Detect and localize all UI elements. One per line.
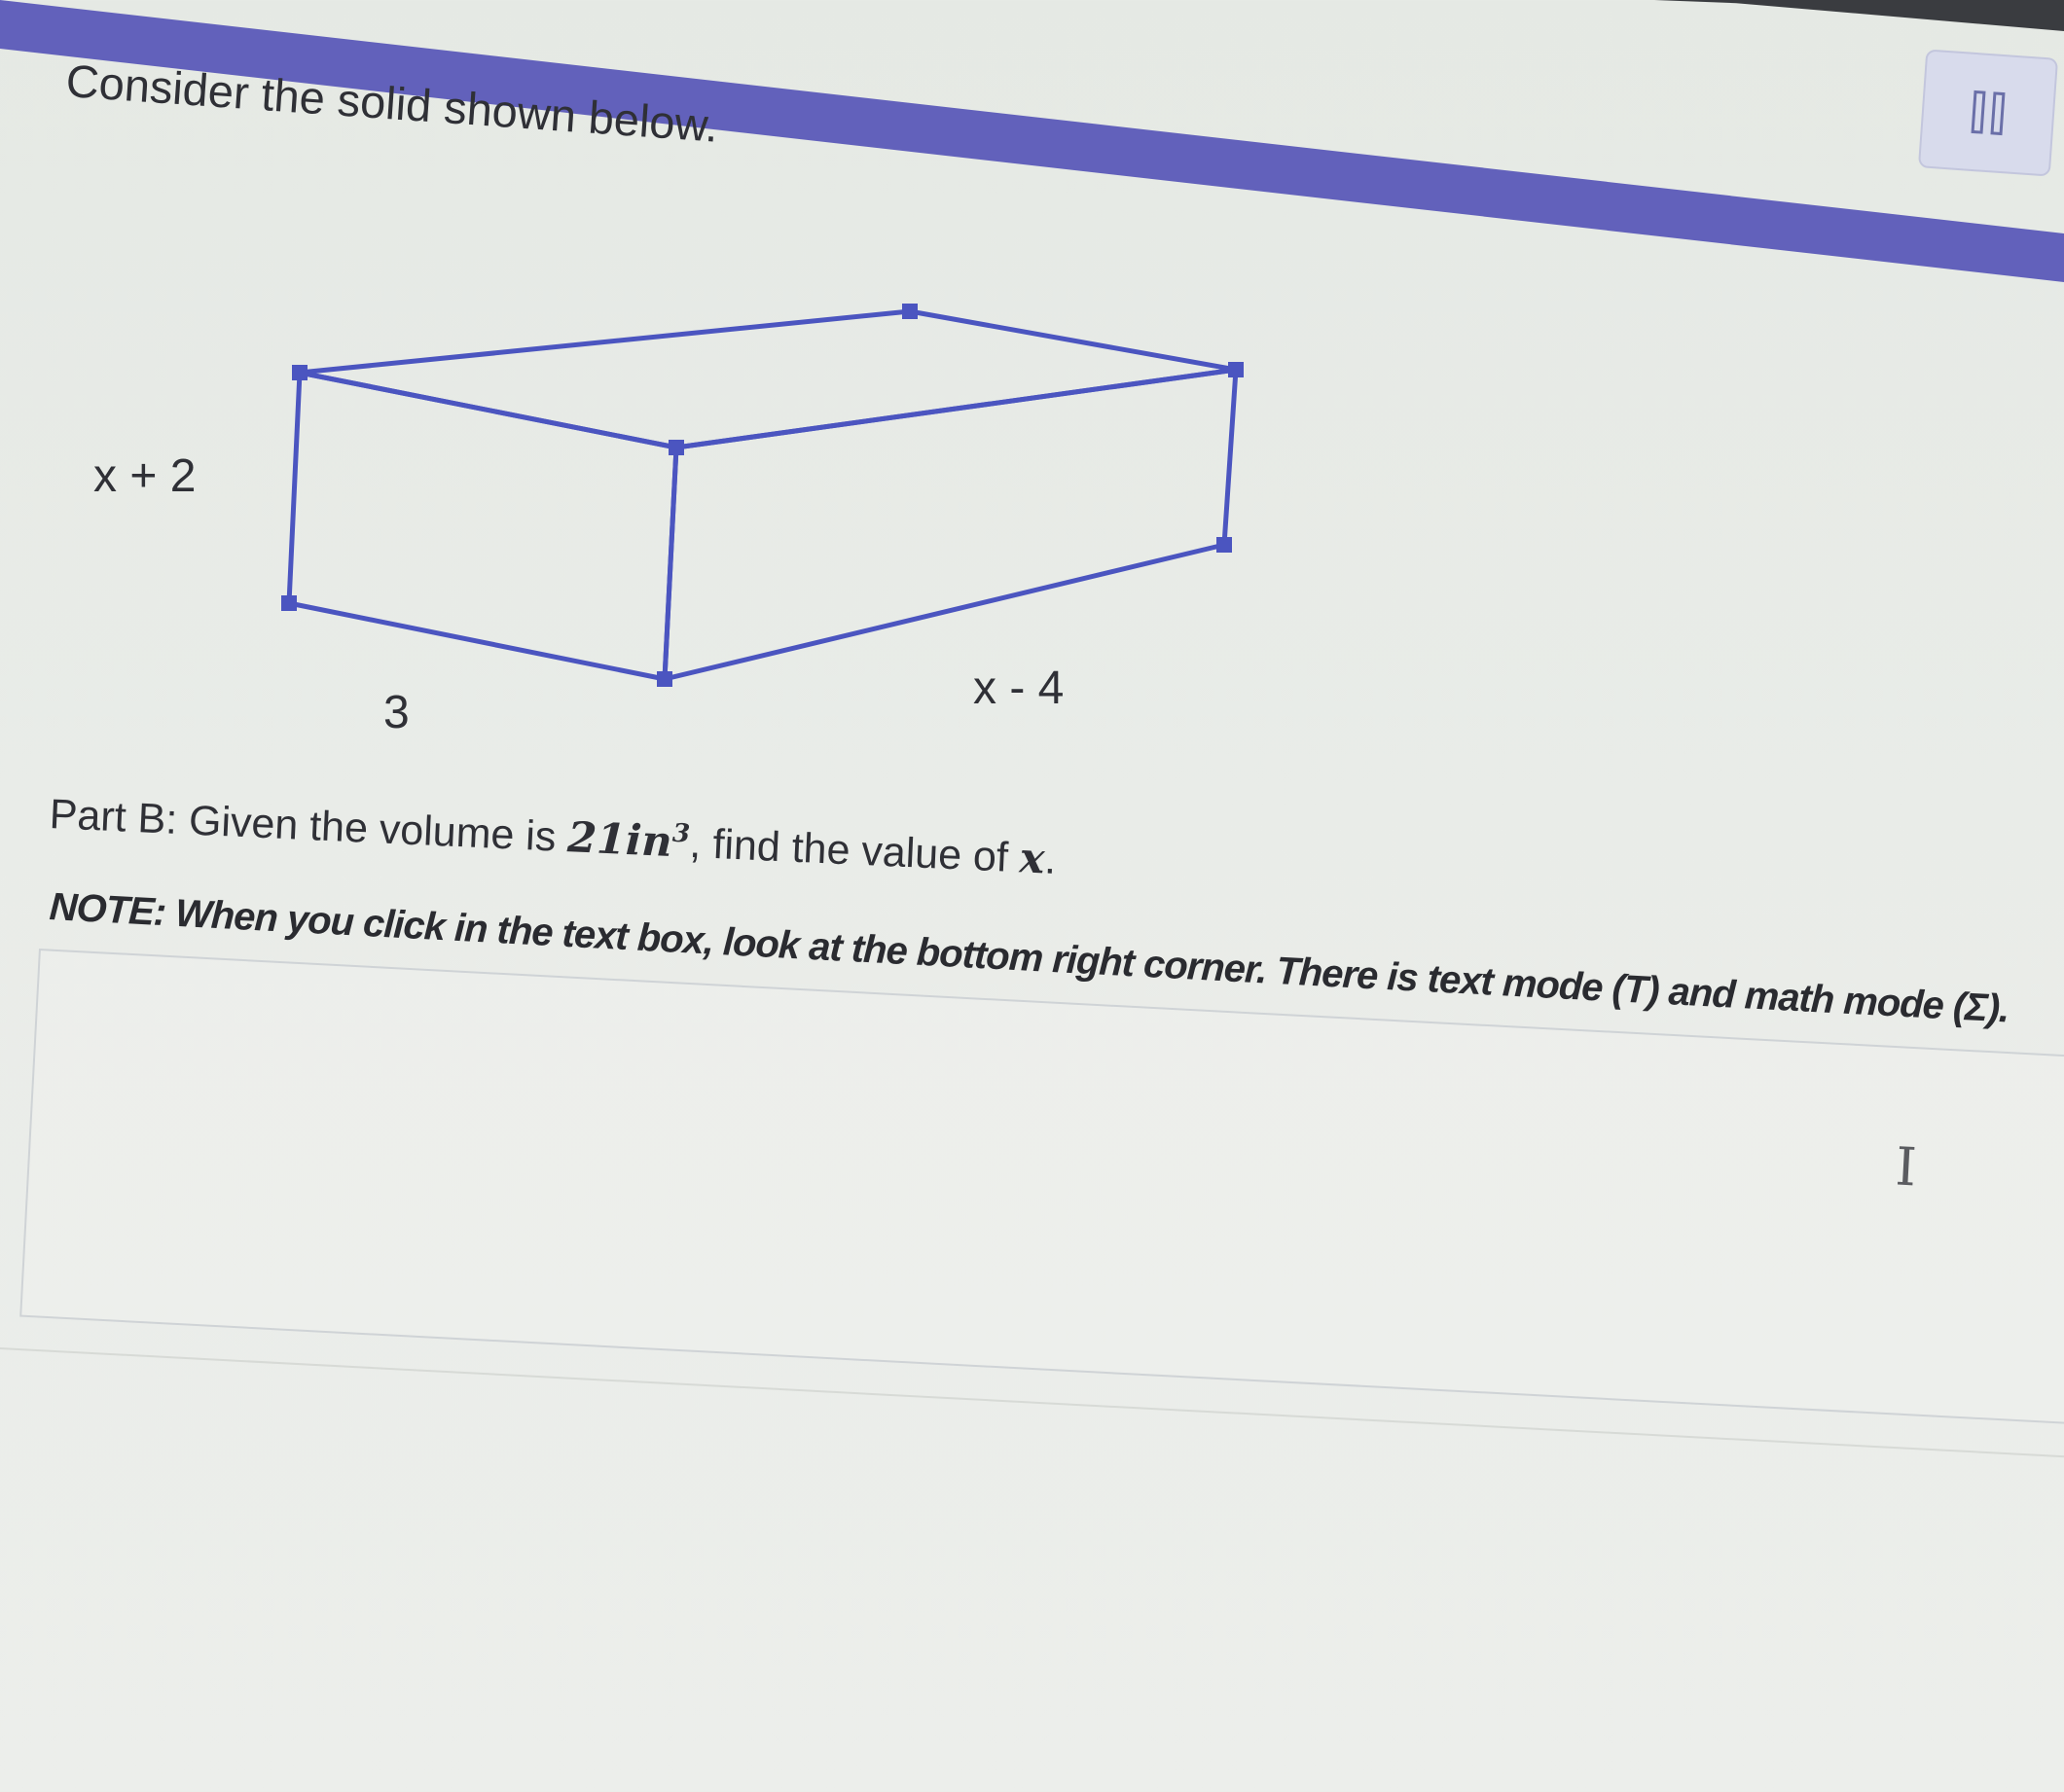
part-b-question: Part B: Given the volume is 21in3, find … — [48, 790, 1058, 884]
question-prompt: Consider the solid shown below. — [64, 54, 720, 152]
pause-icon — [1971, 90, 1986, 134]
vertex-handle — [292, 365, 308, 380]
pause-button[interactable] — [1917, 49, 2059, 177]
variable-x: x — [1018, 834, 1046, 884]
rectangular-prism-figure — [0, 0, 2064, 1792]
width-label: 3 — [383, 687, 410, 738]
volume-expression: 21in3 — [566, 813, 691, 867]
vertex-handle — [669, 440, 684, 455]
prism-front-face — [286, 370, 679, 682]
answer-text-box[interactable] — [19, 949, 2064, 1426]
question-panel: Consider the solid shown below. x + 2 3 … — [0, 0, 2064, 1792]
vertex-handle — [1216, 537, 1232, 553]
height-label: x + 2 — [93, 450, 197, 502]
vertex-handle — [1228, 362, 1244, 377]
vertex-handle — [902, 304, 918, 319]
vertex-handle — [657, 671, 672, 687]
depth-label: x - 4 — [973, 663, 1065, 714]
vertex-handle — [281, 595, 297, 611]
text-cursor-icon: I — [1894, 1135, 1918, 1199]
prism-side-face — [662, 367, 1239, 682]
prism-top-face — [297, 308, 1239, 450]
